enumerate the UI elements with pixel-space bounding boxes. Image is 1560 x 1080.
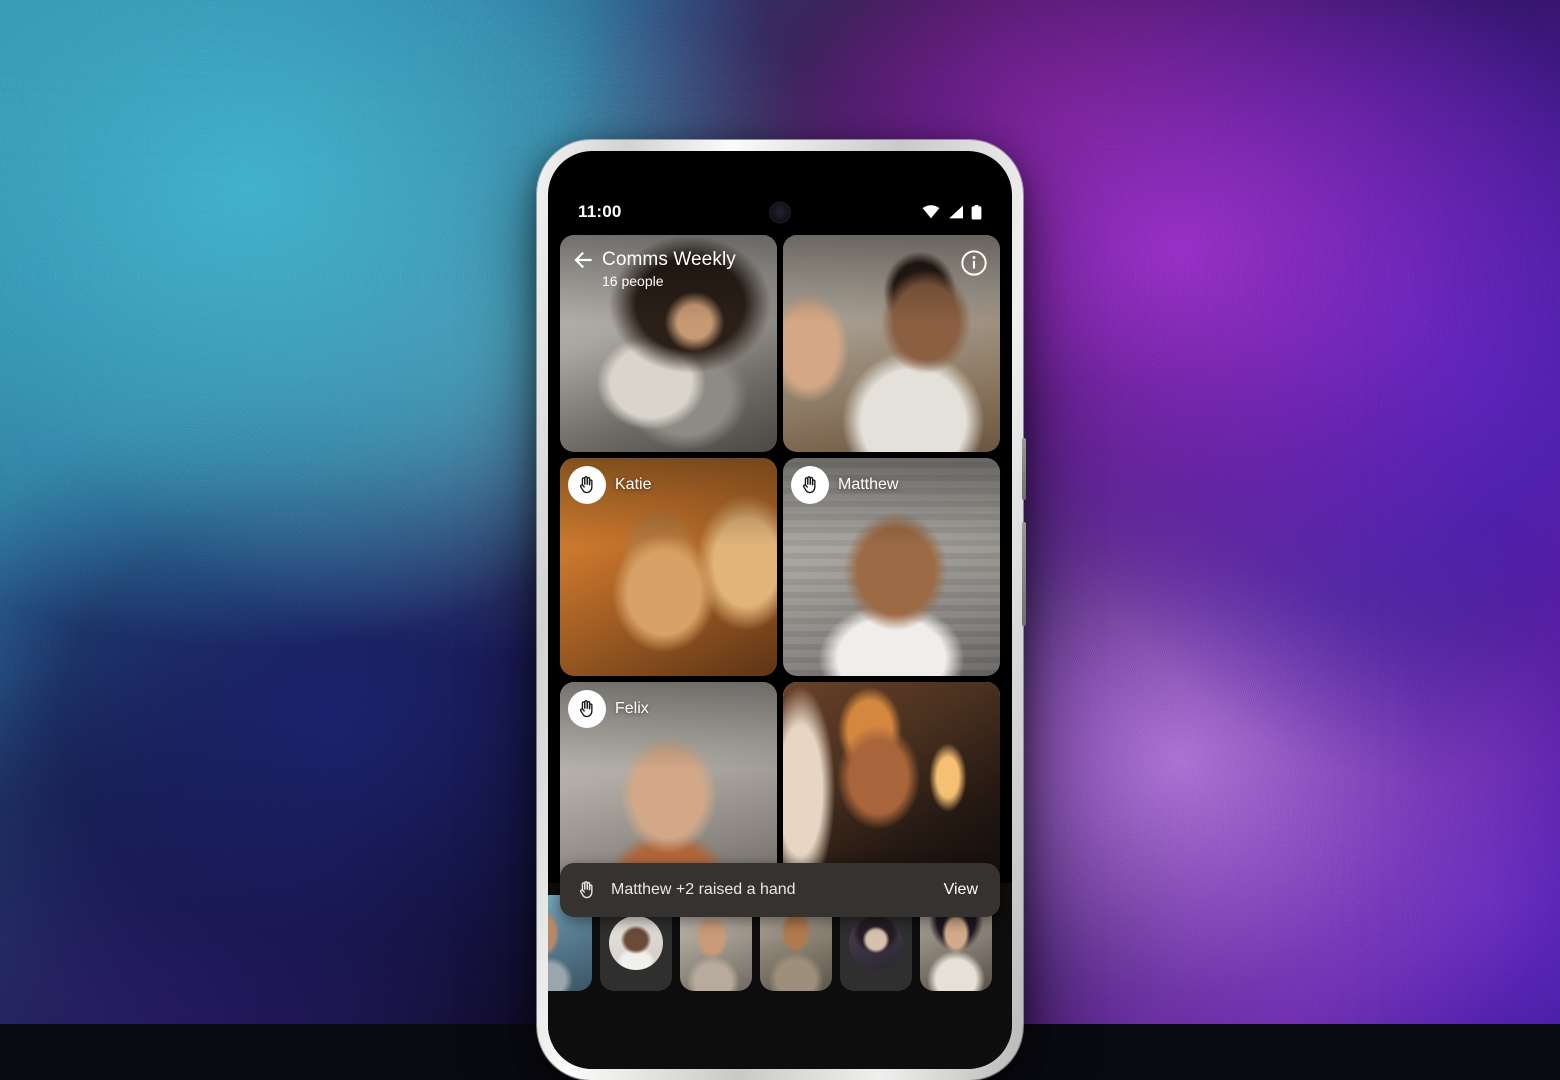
participant-tile[interactable] (783, 235, 1000, 452)
call-header-text: Comms Weekly 16 people (602, 247, 736, 291)
power-button[interactable] (1022, 438, 1026, 500)
info-icon[interactable] (960, 249, 988, 277)
volume-button[interactable] (1022, 522, 1026, 626)
raised-hand-row: Matthew (791, 466, 898, 504)
avatar (609, 916, 663, 970)
raised-hand-icon (576, 879, 598, 901)
participant-tile[interactable]: Katie (560, 458, 777, 675)
snackbar-view-button[interactable]: View (938, 877, 984, 903)
status-bar-icons (922, 205, 982, 220)
participant-tile[interactable]: Comms Weekly 16 people (560, 235, 777, 452)
raised-hand-row: Katie (568, 466, 651, 504)
participant-name: Katie (615, 476, 651, 494)
raised-hand-icon (568, 466, 606, 504)
back-arrow-icon[interactable] (570, 247, 596, 273)
status-bar-clock: 11:00 (578, 202, 622, 222)
snackbar-message: Matthew +2 raised a hand (611, 881, 938, 899)
raised-hand-icon (568, 690, 606, 728)
punchhole-camera-icon (771, 203, 790, 222)
cellular-signal-icon (947, 205, 964, 219)
participant-name: Felix (615, 700, 649, 718)
participant-name: Matthew (838, 476, 898, 494)
phone-device-frame: 11:00 (537, 140, 1023, 1080)
call-participant-count: 16 people (602, 272, 736, 292)
phone-screen: 11:00 (548, 151, 1012, 1069)
wifi-icon (922, 205, 940, 219)
participant-grid: Comms Weekly 16 people (560, 235, 1000, 899)
call-title: Comms Weekly (602, 249, 736, 271)
participant-tile[interactable]: Matthew (783, 458, 1000, 675)
avatar (849, 916, 903, 970)
raised-hand-icon (791, 466, 829, 504)
raised-hand-snackbar[interactable]: Matthew +2 raised a hand View (560, 863, 1000, 917)
call-header: Comms Weekly 16 people (560, 235, 777, 303)
battery-icon (971, 205, 982, 220)
raised-hand-row: Felix (568, 690, 649, 728)
